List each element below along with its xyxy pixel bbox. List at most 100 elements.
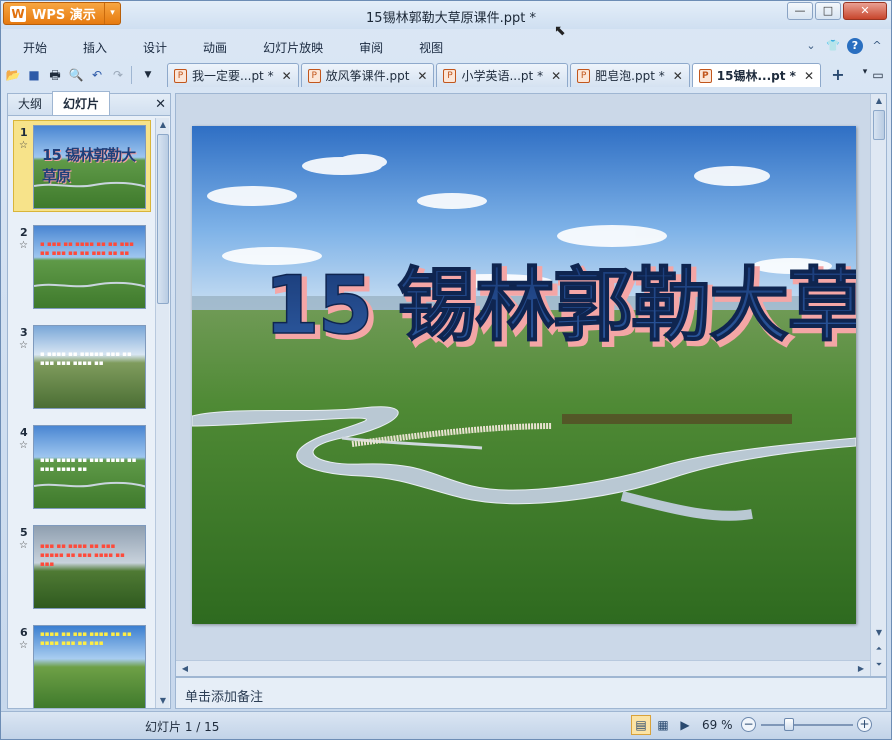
normal-view-icon[interactable]: ▤ [631,715,651,735]
scrollbar-thumb[interactable] [873,110,885,140]
ribbon-collapse-icon[interactable]: ^ [869,38,885,54]
thumbnail-slide-3[interactable]: 3 ☆ ▪ ▪▪▪▪ ▪▪ ▪▪▪▪▪ ▪▪▪ ▪▪ ▪▪▪ ▪▪▪ ▪▪▪▪ … [8,318,156,418]
menu-review[interactable]: 审阅 [337,39,397,56]
doc-tab-5-active[interactable]: P 15锡林...pt * ✕ [691,63,821,87]
thumbnail-slide-1[interactable]: 1 ☆ 15 锡林郭勒大草原 [8,118,156,218]
animation-star-icon: ☆ [19,440,28,451]
view-switcher: ▤ ▦ ▶ [631,715,695,735]
thumbnail-scrollbar[interactable]: ▲ ▼ [155,118,169,708]
animation-star-icon: ☆ [19,640,28,651]
panel-tab-strip: 大纲 幻灯片 [8,91,170,116]
zoom-slider-knob[interactable] [784,718,794,731]
doc-tab-label: 小学英语...pt * [461,69,544,83]
slideshow-view-icon[interactable]: ▶ [675,715,695,735]
scroll-down-icon[interactable]: ▼ [156,694,170,708]
thumbnail-image: ▪ ▪▪▪ ▪▪ ▪▪▪▪ ▪▪ ▪▪ ▪▪▪ ▪▪ ▪▪▪ ▪▪ ▪▪ ▪▪▪… [33,225,146,309]
doc-tab-1[interactable]: P 我一定要...pt * ✕ [167,63,299,87]
notes-pane[interactable]: 单击添加备注 [175,677,887,709]
doc-tab-3[interactable]: P 小学英语...pt * ✕ [436,63,569,87]
thumbnail-number: 3 [20,326,28,339]
doc-tab-label: 放风筝课件.ppt [325,69,410,83]
river-shape [34,481,145,488]
thumbnail-number: 6 [20,626,28,639]
thumbnail-text-block: ▪▪▪ ▪▪▪▪ ▪▪ ▪▪▪ ▪▪▪▪ ▪▪ ▪▪▪ ▪▪▪▪ ▪▪ [40,456,137,473]
scroll-down-icon[interactable]: ▼ [872,626,886,640]
slide-title[interactable]: 15 锡林郭勒大草原 [263,258,856,353]
animation-star-icon: ☆ [19,340,28,351]
close-icon[interactable]: ✕ [551,69,561,83]
zoom-out-button[interactable]: − [741,717,756,732]
menu-start[interactable]: 开始 [1,39,61,56]
print-icon[interactable]: 🖶 [46,66,64,84]
undo-icon[interactable]: ↶ [88,66,106,84]
close-icon[interactable]: ✕ [282,69,292,83]
ppt-file-icon: P [174,68,187,83]
thumbnail-text-block: ▪ ▪▪▪ ▪▪ ▪▪▪▪ ▪▪ ▪▪ ▪▪▪ ▪▪ ▪▪▪ ▪▪ ▪▪ ▪▪▪… [40,240,135,257]
zoom-level: 69 % [702,718,733,732]
menu-bar: 开始 插入 设计 动画 幻灯片放映 审阅 视图 ⌄ 👕 ? ^ [1,35,891,59]
scroll-left-icon[interactable]: ◀ [178,662,192,676]
thumbnail-slide-4[interactable]: 4 ☆ ▪▪▪ ▪▪▪▪ ▪▪ ▪▪▪ ▪▪▪▪ ▪▪ ▪▪▪ ▪▪▪▪ ▪▪ [8,418,156,518]
thumbnail-slide-6[interactable]: 6 ☆ ▪▪▪▪ ▪▪ ▪▪▪ ▪▪▪▪ ▪▪ ▪▪ ▪▪▪▪ ▪▪▪ ▪▪ ▪… [8,618,156,708]
thumbnail-number: 2 [20,226,28,239]
slide-counter: 幻灯片 1 / 15 [145,720,220,734]
previous-slide-icon[interactable]: ⏶ [872,642,886,656]
menu-design[interactable]: 设计 [121,39,181,56]
doc-tab-label: 15锡林...pt * [716,69,796,83]
wps-app-menu-button[interactable]: W WPS 演示 ▾ [3,2,121,25]
maximize-button[interactable]: □ [815,2,841,20]
toolbar-divider [131,66,132,84]
close-icon[interactable]: ✕ [673,69,683,83]
tab-slides[interactable]: 幻灯片 [52,91,111,115]
quick-toolbar: 📂 ■ 🖶 🔍 ↶ ↷ ▼ P 我一定要...pt * ✕ P 放风筝课件.pp… [1,63,891,87]
thumbnail-slide-2[interactable]: 2 ☆ ▪ ▪▪▪ ▪▪ ▪▪▪▪ ▪▪ ▪▪ ▪▪▪ ▪▪ ▪▪▪ ▪▪ ▪▪… [8,218,156,318]
menu-insert[interactable]: 插入 [61,39,121,56]
thumbnail-text-block: ▪ ▪▪▪▪ ▪▪ ▪▪▪▪▪ ▪▪▪ ▪▪ ▪▪▪ ▪▪▪ ▪▪▪▪ ▪▪ [40,350,132,367]
close-icon[interactable]: ✕ [155,97,166,112]
current-slide[interactable]: 15 锡林郭勒大草原 15 锡林郭勒大草原 [192,126,856,624]
menu-view[interactable]: 视图 [397,39,457,56]
chevron-down-icon[interactable]: ⌄ [803,38,819,54]
next-slide-icon[interactable]: ⏷ [872,658,886,672]
zoom-in-button[interactable]: + [857,717,872,732]
ppt-file-icon: P [577,68,591,83]
toolbar-more-icon[interactable]: ▼ [139,66,157,84]
minimize-button[interactable]: — [787,2,813,20]
menu-slideshow[interactable]: 幻灯片放映 [241,39,337,56]
slide-horizontal-scrollbar[interactable]: ◀ ▶ [176,660,870,676]
thumbnail-list: 1 ☆ 15 锡林郭勒大草原 2 ☆ ▪ ▪▪▪ ▪▪ ▪▪▪▪ ▪▪ ▪▪ ▪… [8,118,156,708]
scrollbar-thumb[interactable] [157,134,169,304]
slide-thumbnail-panel: 大纲 幻灯片 ✕ 1 ☆ 15 锡林郭勒大草原 2 ☆ ▪ ▪▪▪ ▪▪ ▪▪▪… [7,91,171,709]
close-icon[interactable]: ✕ [804,69,814,83]
thumbnail-slide-5[interactable]: 5 ☆ ▪▪▪ ▪▪ ▪▪▪▪ ▪▪ ▪▪▪ ▪▪▪▪▪ ▪▪ ▪▪▪ ▪▪▪▪… [8,518,156,618]
redo-icon[interactable]: ↷ [109,66,127,84]
scroll-up-icon[interactable]: ▲ [872,94,886,108]
close-button[interactable]: ✕ [843,2,887,20]
save-icon[interactable]: ■ [25,66,43,84]
thumbnail-image: ▪ ▪▪▪▪ ▪▪ ▪▪▪▪▪ ▪▪▪ ▪▪ ▪▪▪ ▪▪▪ ▪▪▪▪ ▪▪ [33,325,146,409]
scroll-right-icon[interactable]: ▶ [854,662,868,676]
window-switch-icon[interactable]: ▭ [869,66,887,84]
app-window: W WPS 演示 ▾ 15锡林郭勒大草原课件.ppt * ⬉ — □ ✕ 开始 … [0,0,892,740]
slide-vertical-scrollbar[interactable]: ▲ ▼ ⏶ ⏷ [870,94,886,676]
doc-tab-4[interactable]: P 肥皂泡.ppt * ✕ [570,63,690,87]
tab-outline[interactable]: 大纲 [8,92,52,115]
folder-icon[interactable]: 📂 [4,66,22,84]
doc-tab-2[interactable]: P 放风筝课件.ppt ✕ [300,63,435,87]
status-bar: 幻灯片 1 / 15 ▤ ▦ ▶ 69 % − + [1,711,891,739]
thumbnail-image: ▪▪▪ ▪▪ ▪▪▪▪ ▪▪ ▪▪▪ ▪▪▪▪▪ ▪▪ ▪▪▪ ▪▪▪▪ ▪▪ … [33,525,146,609]
river-shape [34,281,145,288]
print-preview-icon[interactable]: 🔍 [67,66,85,84]
zoom-slider-track[interactable] [761,724,853,726]
help-icon[interactable]: ? [847,38,863,54]
skin-shirt-icon[interactable]: 👕 [825,38,841,54]
menu-animation[interactable]: 动画 [181,39,241,56]
close-icon[interactable]: ✕ [417,69,427,83]
slide-sorter-view-icon[interactable]: ▦ [653,715,673,735]
thumbnail-text-block: ▪▪▪ ▪▪ ▪▪▪▪ ▪▪ ▪▪▪ ▪▪▪▪▪ ▪▪ ▪▪▪ ▪▪▪▪ ▪▪ … [40,542,125,568]
slide-background-photo: 15 锡林郭勒大草原 15 锡林郭勒大草原 [192,126,856,624]
wps-logo-icon: W [10,5,26,22]
new-tab-plus-icon[interactable]: + [823,65,853,85]
scroll-up-icon[interactable]: ▲ [156,118,170,132]
chevron-down-icon[interactable]: ▾ [104,3,120,24]
